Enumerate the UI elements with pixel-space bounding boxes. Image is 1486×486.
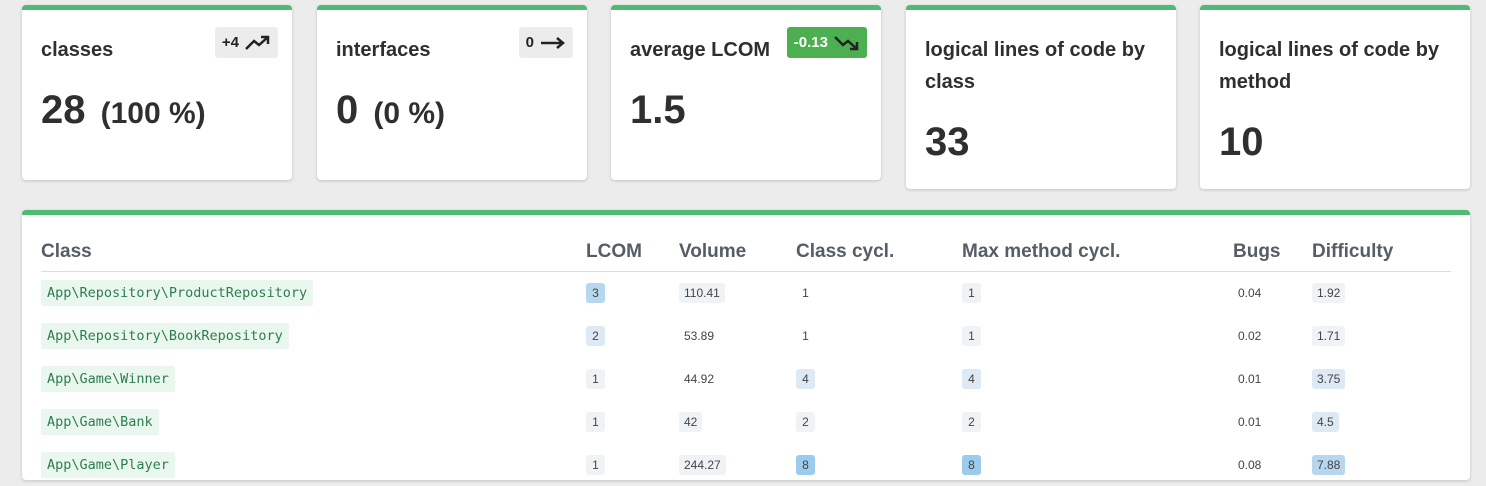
class-name[interactable]: App\Repository\BookRepository — [41, 322, 289, 349]
class-name[interactable]: App\Game\Winner — [41, 365, 175, 392]
header-difficulty[interactable]: Difficulty — [1312, 241, 1451, 272]
header-class-cycl[interactable]: Class cycl. — [796, 241, 962, 272]
lcom-value: 1 — [586, 411, 605, 432]
table-row: App\Repository\ProductRepository 3 110.4… — [41, 271, 1451, 314]
class-name[interactable]: App\Game\Bank — [41, 408, 159, 435]
card-value: 1.5 — [630, 86, 686, 134]
difficulty-value: 1.92 — [1312, 282, 1346, 303]
card-value: 10 — [1219, 118, 1264, 166]
header-class[interactable]: Class — [41, 241, 586, 272]
classes-table: Class LCOM Volume Class cycl. Max method… — [41, 241, 1451, 486]
card-title: classes — [41, 39, 114, 61]
table-row: App\Game\Bank 1 42 2 2 0.01 4.5 — [41, 400, 1451, 443]
class-cycl-value: 1 — [802, 328, 809, 343]
bugs-value: 0.01 — [1238, 414, 1262, 429]
metric-value: 0 — [336, 88, 359, 132]
lcom-value: 3 — [586, 282, 605, 303]
max-method-cycl-value: 1 — [962, 325, 981, 346]
bugs-value: 0.08 — [1238, 457, 1262, 472]
badge-value: -0.13 — [793, 34, 828, 51]
table-row: App\Game\Winner 1 44.92 4 4 0.01 3.75 — [41, 357, 1451, 400]
class-cycl-value: 1 — [802, 285, 809, 300]
volume-value: 53.89 — [684, 328, 715, 343]
card-title: logical lines of code by class — [925, 39, 1146, 93]
lcom-value: 1 — [586, 368, 605, 389]
card-title: average LCOM — [630, 39, 771, 61]
table-row: App\Repository\BookRepository 2 53.89 1 … — [41, 314, 1451, 357]
bugs-value: 0.04 — [1238, 285, 1262, 300]
card-value: 28 (100 %) — [41, 86, 206, 138]
difficulty-value: 1.71 — [1312, 325, 1346, 346]
trend-down-icon — [834, 35, 859, 50]
max-method-cycl-value: 4 — [962, 368, 981, 389]
volume-value: 42 — [679, 411, 703, 432]
table-row: App\Game\Player 1 244.27 8 8 0.08 7.88 — [41, 443, 1451, 486]
trend-badge: 0 — [518, 27, 573, 58]
difficulty-value: 3.75 — [1312, 368, 1346, 389]
lcom-value: 1 — [586, 454, 605, 475]
metric-card-lloc-by-class: logical lines of code by class 33 — [906, 5, 1176, 189]
metric-card-average-lcom: average LCOM -0.13 1.5 — [611, 5, 881, 180]
metric-percent: (100 %) — [100, 97, 206, 130]
header-volume[interactable]: Volume — [679, 241, 796, 272]
difficulty-value: 4.5 — [1312, 411, 1339, 432]
lcom-value: 2 — [586, 325, 605, 346]
volume-value: 110.41 — [679, 282, 725, 303]
metric-value: 33 — [925, 120, 970, 164]
card-title: interfaces — [336, 39, 431, 61]
badge-value: +4 — [221, 34, 239, 51]
card-value: 33 — [925, 118, 970, 166]
class-cycl-value: 4 — [796, 368, 815, 389]
class-cycl-value: 2 — [796, 411, 815, 432]
max-method-cycl-value: 2 — [962, 411, 981, 432]
table-header-row: Class LCOM Volume Class cycl. Max method… — [41, 241, 1451, 272]
difficulty-value: 7.88 — [1312, 454, 1346, 475]
class-name[interactable]: App\Repository\ProductRepository — [41, 279, 314, 306]
classes-table-card: Class LCOM Volume Class cycl. Max method… — [22, 210, 1470, 480]
card-value: 0 (0 %) — [336, 86, 445, 138]
card-title: logical lines of code by method — [1219, 39, 1440, 93]
metric-value: 10 — [1219, 120, 1264, 164]
max-method-cycl-value: 1 — [962, 282, 981, 303]
metric-card-lloc-by-method: logical lines of code by method 10 — [1200, 5, 1470, 189]
metric-value: 28 — [41, 88, 86, 132]
trend-flat-icon — [541, 36, 565, 49]
trend-badge: -0.13 — [786, 27, 867, 58]
class-cycl-value: 8 — [796, 454, 815, 475]
trend-badge: +4 — [214, 27, 278, 58]
bugs-value: 0.02 — [1238, 328, 1262, 343]
header-max-method-cycl[interactable]: Max method cycl. — [962, 241, 1233, 272]
class-name[interactable]: App\Game\Player — [41, 451, 175, 478]
max-method-cycl-value: 8 — [962, 454, 981, 475]
volume-value: 244.27 — [679, 454, 726, 475]
volume-value: 44.92 — [684, 371, 715, 386]
metric-value: 1.5 — [630, 88, 686, 132]
metric-percent: (0 %) — [373, 97, 446, 130]
header-bugs[interactable]: Bugs — [1233, 241, 1312, 272]
metric-card-classes: classes +4 28 (100 %) — [22, 5, 292, 180]
header-lcom[interactable]: LCOM — [586, 241, 679, 272]
badge-value: 0 — [525, 34, 534, 51]
trend-up-icon — [245, 35, 270, 50]
metric-card-interfaces: interfaces 0 0 (0 %) — [317, 5, 587, 180]
bugs-value: 0.01 — [1238, 371, 1262, 386]
